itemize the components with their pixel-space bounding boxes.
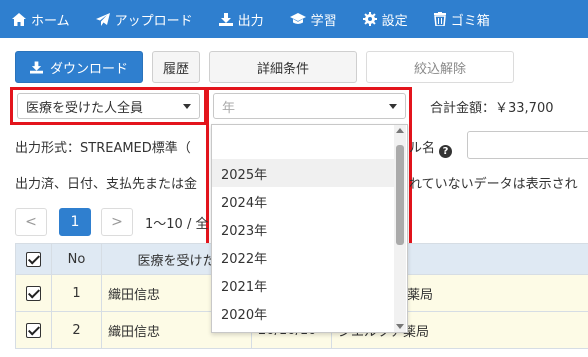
help-icon[interactable]: ? xyxy=(439,145,453,158)
download-button[interactable]: ダウンロード xyxy=(15,51,143,83)
download-icon xyxy=(218,12,233,26)
nav-home[interactable]: ホーム xyxy=(12,10,70,29)
nav-upload-label: アップロード xyxy=(114,13,193,29)
download-icon xyxy=(29,60,43,74)
total-amount: 合計金額：￥33,700 xyxy=(430,101,554,116)
nav-home-label: ホーム xyxy=(31,13,70,29)
note-text-right: れていないデータは表示され xyxy=(409,177,578,192)
graduation-cap-icon xyxy=(289,13,306,24)
header-no: No xyxy=(51,243,102,275)
year-option-2025[interactable]: 2025年 xyxy=(212,159,394,187)
row-no: 1 xyxy=(51,274,102,312)
patient-select-value: 医療を受けた人全員 xyxy=(26,100,144,116)
paper-plane-icon xyxy=(95,12,110,26)
dropdown-scrollbar[interactable] xyxy=(394,125,406,332)
nav-output-label: 出力 xyxy=(237,13,264,29)
home-icon xyxy=(12,12,26,26)
gear-icon xyxy=(362,12,377,26)
year-option-2021[interactable]: 2021年 xyxy=(212,271,394,299)
year-option-2022[interactable]: 2022年 xyxy=(212,243,394,271)
patient-select[interactable]: 医療を受けた人全員 xyxy=(17,93,200,119)
year-option-2020[interactable]: 2020年 xyxy=(212,299,394,327)
select-all-cell[interactable] xyxy=(15,243,52,275)
row-no: 2 xyxy=(51,311,102,349)
top-nav: ホーム アップロード 出力 学習 設定 ゴミ箱 xyxy=(0,0,588,38)
output-format-text: 出力形式：STREAMED標準（ xyxy=(15,141,191,156)
nav-upload[interactable]: アップロード xyxy=(95,10,193,29)
clear-filter-button[interactable]: 絞込解除 xyxy=(366,51,514,83)
scroll-down-arrow-icon[interactable] xyxy=(396,324,404,329)
select-all-checkbox[interactable] xyxy=(26,251,41,267)
chevron-down-icon xyxy=(183,104,191,109)
row-checkbox-cell[interactable] xyxy=(15,274,52,312)
year-dropdown-list[interactable]: 2025年 2024年 2023年 2022年 2021年 2020年 xyxy=(211,124,408,333)
trash-icon xyxy=(433,12,446,26)
file-name-input[interactable] xyxy=(467,131,588,159)
detail-conditions-button[interactable]: 詳細条件 xyxy=(209,51,357,83)
note-text-left: 出力済、日付、支払先または金 xyxy=(15,177,198,192)
nav-learning[interactable]: 学習 xyxy=(289,10,337,29)
pagination-info: 1〜10 / 全 xyxy=(145,217,209,232)
row-checkbox[interactable] xyxy=(26,285,41,301)
file-name-label: ル名? xyxy=(409,137,453,158)
page-1-button[interactable]: 1 xyxy=(59,208,91,236)
download-button-label: ダウンロード xyxy=(49,61,128,77)
year-option-2024[interactable]: 2024年 xyxy=(212,187,394,215)
nav-trash-label: ゴミ箱 xyxy=(450,13,490,29)
nav-output[interactable]: 出力 xyxy=(218,10,264,29)
nav-learning-label: 学習 xyxy=(310,13,337,29)
nav-trash[interactable]: ゴミ箱 xyxy=(433,10,490,29)
row-checkbox[interactable] xyxy=(26,322,41,338)
chevron-down-icon xyxy=(389,104,397,109)
nav-settings-label: 設定 xyxy=(381,13,408,29)
history-button[interactable]: 履歴 xyxy=(152,51,200,83)
year-select[interactable]: 年 xyxy=(213,93,406,119)
year-option-2023[interactable]: 2023年 xyxy=(212,215,394,243)
file-name-label-text: ル名 xyxy=(409,141,436,156)
nav-settings[interactable]: 設定 xyxy=(362,10,408,29)
next-page-button[interactable]: > xyxy=(101,208,133,236)
scrollbar-thumb[interactable] xyxy=(396,145,404,245)
prev-page-button[interactable]: < xyxy=(15,208,47,236)
year-select-placeholder: 年 xyxy=(222,100,236,116)
row-checkbox-cell[interactable] xyxy=(15,311,52,349)
scroll-up-arrow-icon[interactable] xyxy=(396,128,404,133)
